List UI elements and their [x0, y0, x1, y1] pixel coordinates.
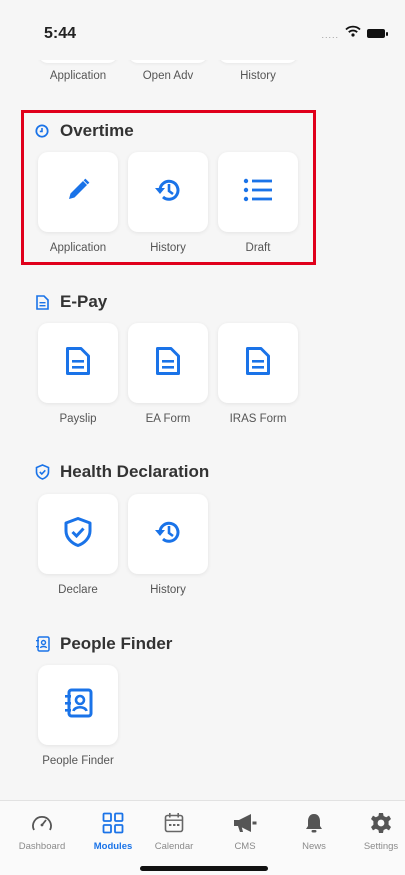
status-bar: 5:44 .....: [0, 0, 405, 60]
section-title-health: Health Declaration: [60, 462, 210, 481]
gauge-icon: [8, 811, 76, 835]
section-title-epay: E-Pay: [60, 292, 108, 311]
epay-iras-form-tile[interactable]: [218, 323, 298, 403]
health-history-tile[interactable]: [128, 494, 208, 574]
home-indicator: [140, 866, 268, 871]
document-icon: [34, 294, 50, 310]
tab-cms[interactable]: CMS: [211, 811, 279, 852]
epay-payslip-tile[interactable]: [38, 323, 118, 403]
section-header-health: Health Declaration: [34, 462, 209, 482]
tab-news[interactable]: News: [280, 811, 348, 852]
megaphone-icon: [211, 811, 279, 835]
modules-screen: Application Open Adv History Overtime Ap…: [0, 0, 405, 800]
tab-label-modules: Modules: [93, 841, 133, 852]
highlight-box: [21, 110, 316, 265]
tab-label-settings: Settings: [363, 841, 399, 852]
tab-label-news: News: [302, 841, 326, 852]
bell-icon: [280, 811, 348, 835]
health-declare-tile[interactable]: [38, 494, 118, 574]
battery-icon: [367, 28, 388, 38]
contact-book-icon: [62, 687, 94, 724]
top-label-application: Application: [49, 70, 107, 82]
document-icon: [155, 346, 181, 381]
tab-settings[interactable]: Settings: [347, 811, 405, 852]
history-icon: [152, 516, 184, 553]
people-finder-label: People Finder: [42, 755, 114, 767]
bottom-tab-bar: Dashboard Modules Calendar CMS News Sett…: [0, 800, 405, 875]
document-icon: [245, 346, 271, 381]
tab-calendar[interactable]: Calendar: [140, 811, 208, 852]
epay-ea-form-tile[interactable]: [128, 323, 208, 403]
document-icon: [65, 346, 91, 381]
status-time: 5:44: [44, 25, 77, 42]
epay-ea-form-label: EA Form: [145, 413, 191, 425]
tab-label-cms: CMS: [234, 841, 256, 852]
shield-check-icon: [34, 464, 50, 480]
top-label-history: History: [240, 70, 276, 82]
section-header-people: People Finder: [34, 634, 172, 654]
epay-payslip-label: Payslip: [59, 413, 97, 425]
health-history-label: History: [150, 584, 186, 596]
people-finder-tile[interactable]: [38, 665, 118, 745]
calendar-icon: [140, 811, 208, 835]
shield-check-icon: [63, 516, 93, 553]
tab-modules[interactable]: Modules: [79, 811, 147, 852]
gear-icon: [347, 811, 405, 835]
wifi-icon: [345, 24, 361, 42]
section-header-epay: E-Pay: [34, 292, 107, 312]
tab-label-dashboard: Dashboard: [18, 841, 66, 852]
tab-dashboard[interactable]: Dashboard: [8, 811, 76, 852]
health-declare-label: Declare: [58, 584, 98, 596]
section-title-people: People Finder: [60, 634, 173, 653]
epay-iras-form-label: IRAS Form: [229, 413, 287, 425]
signal-dots-icon: .....: [321, 30, 339, 40]
grid-icon: [79, 811, 147, 835]
status-icons: .....: [321, 24, 388, 42]
contact-book-icon: [34, 636, 50, 652]
top-label-open-adv: Open Adv: [142, 70, 194, 82]
tab-label-calendar: Calendar: [154, 841, 194, 852]
